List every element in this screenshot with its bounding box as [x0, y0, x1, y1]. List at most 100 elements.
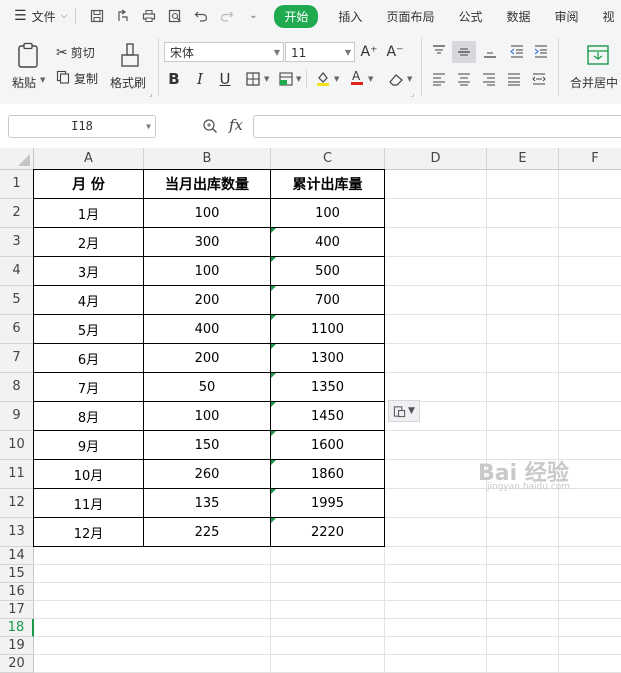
customize-quick-access-icon[interactable]: ⌄ [246, 9, 260, 23]
copy-button[interactable]: 复制 [56, 70, 98, 87]
table-cell[interactable]: 200 [144, 286, 271, 315]
table-cell[interactable]: 50 [144, 373, 271, 402]
table-cell[interactable]: 700 [271, 286, 385, 315]
row-header[interactable]: 2 [0, 199, 34, 228]
table-cell[interactable]: 100 [144, 199, 271, 228]
row-header[interactable]: 18 [0, 619, 34, 637]
row-header[interactable]: 4 [0, 257, 34, 286]
table-cell[interactable]: 1450 [271, 402, 385, 431]
tab-view[interactable]: 视 [603, 8, 615, 25]
row-header[interactable]: 10 [0, 431, 34, 460]
align-left-icon[interactable] [430, 70, 448, 88]
table-cell[interactable]: 100 [144, 402, 271, 431]
column-header[interactable]: B [144, 148, 271, 170]
font-size-select[interactable]: 11 ▼ [285, 42, 355, 62]
align-center-icon[interactable] [455, 70, 473, 88]
format-painter-button[interactable]: 格式刷 [110, 40, 150, 92]
file-menu[interactable]: ☰ 文件 ⌵ [14, 8, 67, 25]
underline-button[interactable]: U [216, 70, 234, 88]
column-header[interactable]: C [271, 148, 385, 170]
chevron-down-icon[interactable]: ▼ [296, 75, 301, 83]
table-cell[interactable]: 135 [144, 489, 271, 518]
increase-indent-icon[interactable] [532, 42, 550, 60]
column-header[interactable]: E [487, 148, 559, 170]
table-cell[interactable]: 225 [144, 518, 271, 547]
row-header[interactable]: 5 [0, 286, 34, 315]
table-cell[interactable]: 300 [144, 228, 271, 257]
table-cell[interactable]: 6月 [34, 344, 144, 373]
row-header[interactable]: 6 [0, 315, 34, 344]
undo-icon[interactable] [194, 9, 208, 23]
table-cell[interactable]: 1月 [34, 199, 144, 228]
distributed-align-icon[interactable] [530, 70, 548, 88]
table-cell[interactable]: 400 [144, 315, 271, 344]
align-top-icon[interactable] [430, 42, 448, 60]
italic-button[interactable]: I [191, 70, 209, 88]
align-bottom-icon[interactable] [481, 42, 499, 60]
table-cell[interactable]: 11月 [34, 489, 144, 518]
table-cell[interactable]: 1600 [271, 431, 385, 460]
justify-icon[interactable] [505, 70, 523, 88]
table-cell[interactable]: 150 [144, 431, 271, 460]
column-header[interactable]: F [559, 148, 621, 170]
increase-font-size-icon[interactable]: A⁺ [360, 43, 378, 61]
row-header[interactable]: 14 [0, 547, 34, 565]
clipboard-group-expand-icon[interactable]: ⌟ [149, 90, 152, 98]
table-cell[interactable]: 8月 [34, 402, 144, 431]
row-header[interactable]: 19 [0, 637, 34, 655]
tab-formulas[interactable]: 公式 [458, 8, 482, 25]
row-header[interactable]: 8 [0, 373, 34, 402]
row-header[interactable]: 11 [0, 460, 34, 489]
table-cell[interactable]: 3月 [34, 257, 144, 286]
table-cell[interactable]: 1350 [271, 373, 385, 402]
table-cell[interactable]: 2220 [271, 518, 385, 547]
table-cell[interactable]: 10月 [34, 460, 144, 489]
tab-insert[interactable]: 插入 [338, 8, 362, 25]
eraser-icon[interactable] [387, 70, 405, 88]
merge-center-button[interactable]: 合并居中 [566, 40, 621, 92]
font-name-select[interactable]: 宋体 ▼ [164, 42, 284, 62]
table-cell[interactable]: 1860 [271, 460, 385, 489]
table-cell[interactable]: 4月 [34, 286, 144, 315]
row-header[interactable]: 15 [0, 565, 34, 583]
font-color-icon[interactable]: A [348, 68, 366, 86]
row-header[interactable]: 13 [0, 518, 34, 547]
fill-color-icon[interactable] [314, 69, 332, 87]
row-header[interactable]: 17 [0, 601, 34, 619]
table-cell[interactable]: 2月 [34, 228, 144, 257]
tab-page-layout[interactable]: 页面布局 [386, 8, 434, 25]
table-cell[interactable]: 100 [144, 257, 271, 286]
row-header[interactable]: 9 [0, 402, 34, 431]
table-header-cell[interactable]: 累计出库量 [271, 170, 385, 199]
spreadsheet-grid[interactable]: A B C D E F 1 2 3 4 5 6 7 8 9 10 11 12 13 14 15 16 17 18 19 20 月 份… [0, 148, 621, 673]
decrease-indent-icon[interactable] [508, 42, 526, 60]
table-cell[interactable]: 500 [271, 257, 385, 286]
table-cell[interactable]: 9月 [34, 431, 144, 460]
chevron-down-icon[interactable]: ▼ [407, 75, 412, 83]
column-header[interactable]: D [385, 148, 487, 170]
name-box[interactable]: I18 ▼ [8, 115, 156, 138]
table-cell[interactable]: 100 [271, 199, 385, 228]
tab-data[interactable]: 数据 [506, 8, 530, 25]
font-group-expand-icon[interactable]: ⌟ [411, 90, 414, 98]
table-cell[interactable]: 260 [144, 460, 271, 489]
row-header[interactable]: 3 [0, 228, 34, 257]
cell-fill-style-icon[interactable] [277, 70, 295, 88]
redo-icon[interactable] [220, 9, 234, 23]
table-cell[interactable]: 1300 [271, 344, 385, 373]
output-icon[interactable] [116, 9, 130, 23]
tab-home[interactable]: 开始 [274, 4, 319, 28]
row-header[interactable]: 12 [0, 489, 34, 518]
align-middle-icon[interactable] [452, 41, 476, 63]
paste-button[interactable]: 粘贴 ▼ [10, 40, 46, 92]
row-header[interactable]: 20 [0, 655, 34, 673]
insert-function-button[interactable]: fx [229, 116, 243, 134]
select-all-corner[interactable] [0, 148, 34, 170]
table-cell[interactable]: 1100 [271, 315, 385, 344]
bold-button[interactable]: B [165, 70, 183, 88]
table-cell[interactable]: 400 [271, 228, 385, 257]
table-header-cell[interactable]: 月 份 [34, 170, 144, 199]
table-cell[interactable]: 7月 [34, 373, 144, 402]
row-header[interactable]: 7 [0, 344, 34, 373]
chevron-down-icon[interactable]: ▼ [368, 75, 373, 83]
